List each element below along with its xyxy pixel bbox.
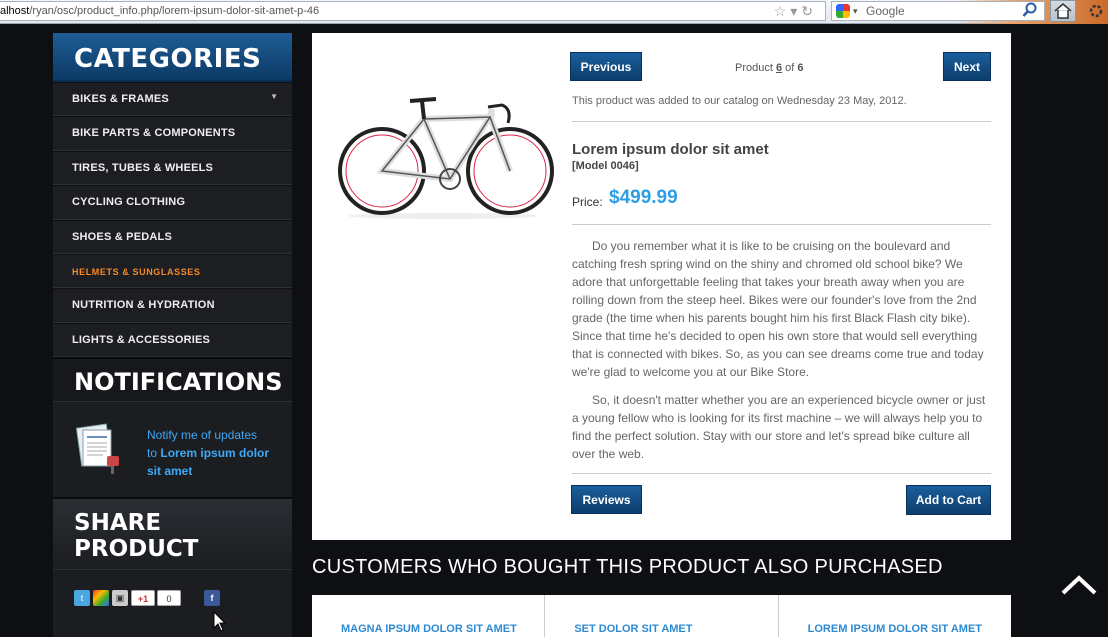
category-label: LIGHTS & ACCESSORIES — [72, 333, 211, 346]
price-label: Price: — [572, 195, 603, 209]
gplus-button[interactable]: +1 — [131, 590, 155, 607]
facebook-icon[interactable]: f — [204, 590, 220, 607]
product-price: $499.99 — [609, 187, 678, 208]
mouse-cursor-icon — [213, 611, 227, 632]
sidebar: CATEGORIES BIKES & FRAMES ▼ BIKE PARTS & … — [53, 33, 292, 637]
sidebar-item-lights[interactable]: LIGHTS & ACCESSORIES — [53, 322, 292, 358]
notifications-box: Notify me of updates to Lorem ipsum dolo… — [53, 401, 292, 498]
divider — [572, 121, 991, 122]
home-icon — [1054, 3, 1072, 19]
divider — [572, 224, 991, 225]
share-count: 0 — [157, 590, 181, 607]
notifications-header: NOTIFICATIONS — [53, 357, 292, 402]
notify-link[interactable]: Notify me of updates to Lorem ipsum dolo… — [147, 426, 277, 480]
categories-title: CATEGORIES — [74, 44, 262, 74]
url-path: /ryan/osc/product_info.php/lorem-ipsum-d… — [29, 5, 320, 17]
also-product-link[interactable]: SET DOLOR SIT AMET — [574, 623, 692, 635]
list-item: LOREM IPSUM DOLOR SIT AMET — [779, 595, 1011, 637]
notification-newspaper-icon[interactable] — [73, 422, 125, 475]
share-title-line2: PRODUCT — [74, 536, 199, 563]
url-host: alhost — [0, 5, 30, 17]
also-purchased-title: CUSTOMERS WHO BOUGHT THIS PRODUCT ALSO P… — [312, 556, 943, 578]
category-label: BIKE PARTS & COMPONENTS — [72, 127, 236, 140]
caret-down-icon[interactable]: ▼ — [270, 92, 278, 101]
divider — [572, 473, 991, 474]
product-panel: Previous Product 6 of 6 Next This produc… — [312, 33, 1011, 540]
category-label: HELMETS & SUNGLASSES — [72, 266, 201, 277]
product-image-bicycle[interactable] — [332, 61, 554, 221]
notify-text-to: to — [147, 446, 158, 461]
category-label: TIRES, TUBES & WHEELS — [72, 161, 214, 174]
share-header: SHARE PRODUCT — [53, 497, 292, 570]
also-product-link[interactable]: LOREM IPSUM DOLOR SIT AMET — [808, 623, 982, 635]
sidebar-item-nutrition[interactable]: NUTRITION & HYDRATION — [53, 288, 292, 323]
scroll-to-top-icon[interactable] — [1060, 573, 1098, 597]
date-added-text: This product was added to our catalog on… — [572, 95, 907, 107]
notifications-title: NOTIFICATIONS — [74, 368, 283, 397]
home-button[interactable] — [1050, 0, 1076, 22]
notify-product-name: Lorem ipsum dolor sit amet — [147, 446, 270, 479]
also-product-link[interactable]: MAGNA IPSUM DOLOR SIT AMET — [341, 623, 517, 635]
reviews-button[interactable]: Reviews — [571, 485, 642, 514]
google-buzz-icon[interactable] — [93, 590, 109, 607]
product-model: [Model 0046] — [572, 160, 639, 172]
sidebar-item-bikes-frames[interactable]: BIKES & FRAMES ▼ — [53, 82, 292, 117]
category-label: NUTRITION & HYDRATION — [72, 299, 215, 312]
description-paragraph: So, it doesn't matter whether you are an… — [572, 393, 986, 461]
category-label: BIKES & FRAMES — [72, 93, 169, 105]
counter-of: of — [785, 62, 795, 74]
search-icon[interactable] — [1022, 2, 1038, 18]
counter-current[interactable]: 6 — [776, 62, 782, 74]
list-item: SET DOLOR SIT AMET — [545, 595, 779, 637]
notify-text-line1: Notify me of updates — [147, 428, 258, 443]
sidebar-item-helmets[interactable]: HELMETS & SUNGLASSES — [53, 253, 292, 289]
chevron-down-icon[interactable]: ▾ — [853, 2, 858, 20]
product-counter: Product 6 of 6 — [735, 62, 804, 74]
counter-prefix: Product — [735, 62, 773, 74]
category-list: BIKES & FRAMES ▼ BIKE PARTS & COMPONENTS … — [53, 82, 292, 358]
share-buttons: t ▣ +1 0 f — [53, 569, 292, 629]
previous-button[interactable]: Previous — [570, 52, 642, 81]
browser-toolbar: alhost/ryan/osc/product_info.php/lorem-i… — [0, 0, 1108, 24]
digg-icon[interactable]: ▣ — [112, 590, 128, 607]
category-label: SHOES & PEDALS — [72, 230, 172, 243]
sidebar-item-bike-parts[interactable]: BIKE PARTS & COMPONENTS — [53, 116, 292, 151]
search-placeholder: Google — [866, 4, 905, 18]
next-button[interactable]: Next — [943, 52, 991, 81]
counter-total: 6 — [797, 62, 804, 74]
share-title: SHARE PRODUCT — [74, 510, 198, 562]
description-paragraph: Do you remember what it is like to be cr… — [572, 239, 984, 379]
categories-header: CATEGORIES — [53, 33, 292, 82]
sidebar-item-tires[interactable]: TIRES, TUBES & WHEELS — [53, 150, 292, 186]
address-bar[interactable]: alhost/ryan/osc/product_info.php/lorem-i… — [0, 1, 826, 21]
gear-icon[interactable] — [1084, 0, 1108, 22]
category-label: CYCLING CLOTHING — [72, 196, 186, 209]
also-purchased-grid: MAGNA IPSUM DOLOR SIT AMET SET DOLOR SIT… — [312, 595, 1011, 637]
sidebar-item-shoes[interactable]: SHOES & PEDALS — [53, 219, 292, 254]
twitter-icon[interactable]: t — [74, 590, 90, 607]
bookmark-star-icon[interactable]: ☆▾↻ — [774, 2, 817, 20]
share-title-line1: SHARE — [74, 510, 162, 537]
product-name: Lorem ipsum dolor sit amet — [572, 141, 769, 158]
sidebar-item-clothing[interactable]: CYCLING CLOTHING — [53, 185, 292, 220]
add-to-cart-button[interactable]: Add to Cart — [906, 485, 991, 515]
list-item: MAGNA IPSUM DOLOR SIT AMET — [312, 595, 546, 637]
product-description: Do you remember what it is like to be cr… — [572, 237, 992, 473]
search-input[interactable]: ▾ Google — [831, 1, 1045, 21]
google-icon — [836, 4, 850, 18]
